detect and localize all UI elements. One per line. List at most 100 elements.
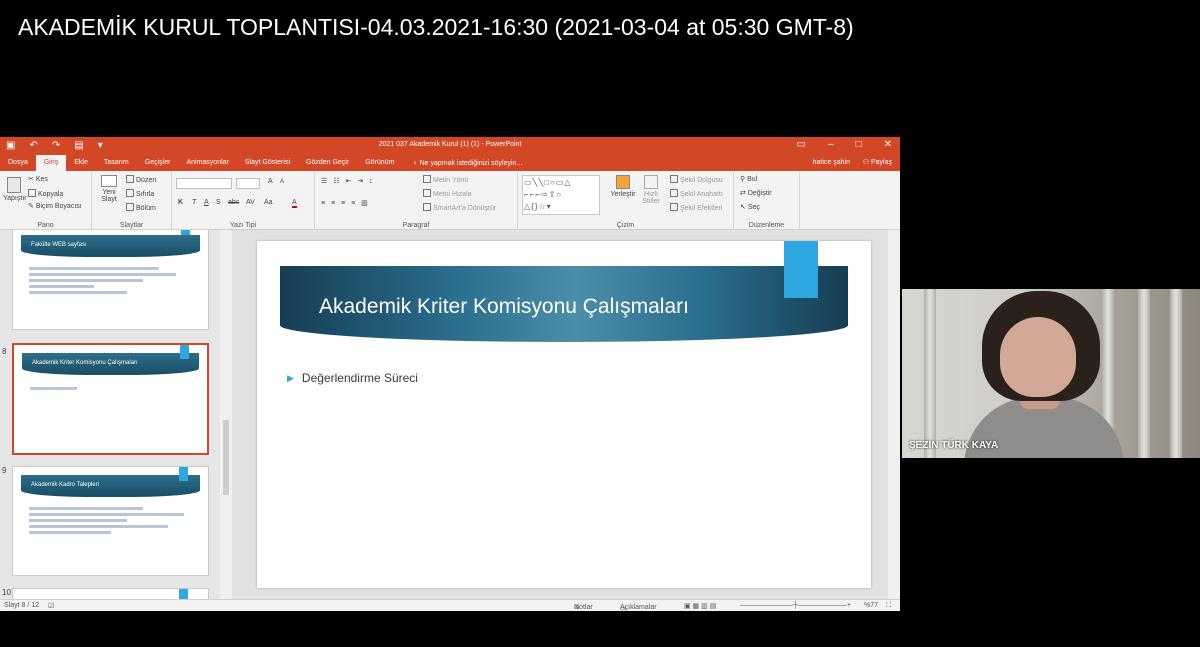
- title-bar: ▣ ↶ ↷ ▤ ▾ 2021 037 Akademik Kurul (1) (1…: [0, 137, 900, 155]
- participant-name: ŞEZİN TÜRK KAYA: [909, 440, 999, 451]
- grow-font-button[interactable]: A: [268, 178, 273, 185]
- replace-icon: ⇄: [740, 190, 748, 197]
- paragraph-label: Paragraf: [402, 222, 430, 229]
- font-color-button[interactable]: A: [292, 199, 297, 208]
- bold-button[interactable]: K: [178, 199, 183, 206]
- thumbnail-text: [30, 387, 77, 393]
- shape-outline-button[interactable]: Şekil Anahattı: [670, 189, 723, 198]
- thumbnails-scrollbar[interactable]: [220, 230, 232, 599]
- font-group: A A K T A S abc AV Aa A Yazı Tipi: [172, 171, 315, 230]
- italic-button[interactable]: T: [192, 199, 196, 206]
- section-icon: [126, 203, 134, 211]
- smartart-button[interactable]: SmartArt'a Dönüştür: [423, 203, 496, 212]
- cut-button[interactable]: ✂ Kes: [28, 175, 48, 183]
- paragraph-group: ☰ ☷ ⇤ ⇥ ↕ ≡ ≡ ≡ ≡ ▥ Metin Yönü Metni Hiz…: [315, 171, 518, 230]
- ribbon-tabs: Dosya Giriş Ekle Tasarım Geçişler Animas…: [0, 155, 900, 171]
- tab-view[interactable]: Görünüm: [357, 155, 402, 171]
- find-button[interactable]: ⚲ Bul: [740, 175, 757, 183]
- align-text-button[interactable]: Metni Hizala: [423, 189, 472, 198]
- editor-scrollbar[interactable]: [888, 230, 900, 599]
- thumbnail-text: [29, 267, 192, 297]
- format-painter-button[interactable]: ✎ Biçim Boyacısı: [28, 202, 82, 210]
- slide-thumbnails-pane: Fakülte WEB sayfası 8 Akademik Kriter Ko…: [0, 230, 232, 599]
- font-name-select[interactable]: [176, 178, 232, 189]
- status-bar: Slayt 8 / 12 ☑ ≙ Notlar ▭ Açıklamalar ▣ …: [0, 599, 900, 611]
- thumbnail-title: Fakülte WEB sayfası: [31, 242, 87, 248]
- list-buttons[interactable]: ☰ ☷ ⇤ ⇥ ↕: [321, 177, 375, 185]
- quick-styles-button[interactable]: Hızlı Stiller: [638, 175, 664, 205]
- drawing-group: ▭╲╲□○▭△ ⌐⌐⌐⇨⇧○ △{}☆▾ Yerleştir Hızlı Still…: [518, 171, 734, 230]
- zoom-slider[interactable]: –———————┼———————+: [740, 602, 851, 609]
- underline-button[interactable]: A: [204, 199, 209, 206]
- outline-icon: [670, 189, 678, 197]
- fit-window-icon[interactable]: ⛶: [886, 602, 891, 610]
- close-icon[interactable]: ✕: [884, 139, 892, 150]
- select-button[interactable]: ↖ Seç: [740, 203, 760, 211]
- arrange-button[interactable]: Yerleştir: [610, 175, 636, 198]
- replace-button[interactable]: ⇄ Değiştir: [740, 189, 772, 197]
- shape-fill-button[interactable]: Şekil Dolgusu: [670, 175, 723, 184]
- text-direction-button[interactable]: Metin Yönü: [423, 175, 468, 184]
- section-button[interactable]: Bölüm: [126, 203, 156, 212]
- layout-button[interactable]: Düzen: [126, 175, 156, 184]
- ribbon-home: Yapıştır ✂ Kes Kopyala ✎ Biçim Boyacısı …: [0, 171, 900, 230]
- drawing-label: Çizim: [616, 222, 635, 229]
- arrange-icon: [616, 175, 630, 189]
- curtain-fold: [924, 289, 936, 458]
- person-icon: ⚇: [862, 159, 871, 166]
- tab-transitions[interactable]: Geçişler: [137, 155, 179, 171]
- slide-thumbnail-8[interactable]: Akademik Kriter Komisyonu Çalışmaları: [12, 343, 209, 455]
- tab-insert[interactable]: Ekle: [66, 155, 96, 171]
- tab-animations[interactable]: Animasyonlar: [178, 155, 236, 171]
- slides-group: Yeni Slayt Düzen Sıfırla Bölüm Slaytlar: [92, 171, 172, 230]
- editing-label: Düzenleme: [748, 222, 785, 229]
- shrink-font-button[interactable]: A: [280, 179, 284, 185]
- change-case-button[interactable]: Aa: [264, 199, 273, 206]
- minimize-icon[interactable]: –: [828, 139, 834, 150]
- new-slide-button[interactable]: Yeni Slayt: [98, 175, 120, 203]
- shape-effects-button[interactable]: Şekil Efektleri: [670, 203, 722, 212]
- tab-file[interactable]: Dosya: [0, 155, 36, 171]
- slide-bullet[interactable]: ▶ Değerlendirme Süreci: [287, 371, 418, 385]
- ribbon-options-icon[interactable]: ▭: [797, 139, 806, 150]
- slide-title[interactable]: Akademik Kriter Komisyonu Çalışmaları: [319, 295, 689, 319]
- character-spacing-button[interactable]: AV: [246, 199, 255, 206]
- thumbnail-accent: [180, 345, 189, 359]
- strikethrough-button[interactable]: abc: [228, 199, 239, 206]
- slide-editor: Akademik Kriter Komisyonu Çalışmaları ▶ D…: [232, 230, 900, 599]
- paste-button[interactable]: Yapıştır: [3, 177, 27, 202]
- font-label: Yazı Tipi: [229, 222, 257, 229]
- curtain-fold: [1138, 289, 1150, 458]
- shadow-button[interactable]: S: [216, 199, 221, 206]
- zoom-level[interactable]: %77: [864, 602, 878, 609]
- maximize-icon[interactable]: □: [856, 139, 862, 150]
- clipboard-group: Yapıştır ✂ Kes Kopyala ✎ Biçim Boyacısı …: [0, 171, 92, 230]
- tab-slideshow[interactable]: Slayt Gösterisi: [237, 155, 298, 171]
- align-buttons[interactable]: ≡ ≡ ≡ ≡ ▥: [321, 199, 370, 207]
- slide-thumbnail-10[interactable]: [12, 588, 209, 599]
- tell-me-search[interactable]: ♀ Ne yapmak istediğinizi söyleyin...: [402, 160, 532, 167]
- bullet-text: Değerlendirme Süreci: [301, 371, 418, 385]
- slide-thumbnail-7[interactable]: Fakülte WEB sayfası: [12, 230, 209, 330]
- meeting-title: AKADEMİK KURUL TOPLANTISI-04.03.2021-16:…: [18, 14, 854, 40]
- thumbnail-banner: Fakülte WEB sayfası: [21, 235, 200, 257]
- reset-button[interactable]: Sıfırla: [126, 189, 154, 198]
- copy-button[interactable]: Kopyala: [28, 189, 63, 198]
- font-size-select[interactable]: [236, 178, 260, 189]
- document-title: 2021 037 Akademik Kurul (1) (1) - PowerP…: [378, 141, 522, 148]
- share-button[interactable]: ⚇ Paylaş: [863, 155, 892, 171]
- slide-thumbnail-9[interactable]: Akademik Kadro Talepleri: [12, 466, 209, 576]
- user-name[interactable]: hatice şahin: [813, 155, 850, 171]
- spellcheck-icon[interactable]: ☑: [48, 602, 54, 610]
- tab-review[interactable]: Gözden Geçir: [298, 155, 357, 171]
- tab-design[interactable]: Tasarım: [96, 155, 137, 171]
- current-slide[interactable]: Akademik Kriter Komisyonu Çalışmaları ▶ D…: [257, 241, 871, 588]
- window-controls: ▭ – □ ✕: [797, 139, 892, 150]
- shapes-gallery[interactable]: ▭╲╲□○▭△ ⌐⌐⌐⇨⇧○ △{}☆▾: [522, 175, 600, 215]
- thumbnail-title: Akademik Kadro Talepleri: [31, 482, 99, 488]
- clipboard-label: Pano: [37, 222, 54, 229]
- view-buttons[interactable]: ▣ ▦ ▥ ▤: [684, 602, 716, 610]
- bullet-arrow-icon: ▶: [287, 373, 294, 383]
- tab-home[interactable]: Giriş: [35, 155, 67, 171]
- scrollbar-thumb[interactable]: [223, 420, 229, 495]
